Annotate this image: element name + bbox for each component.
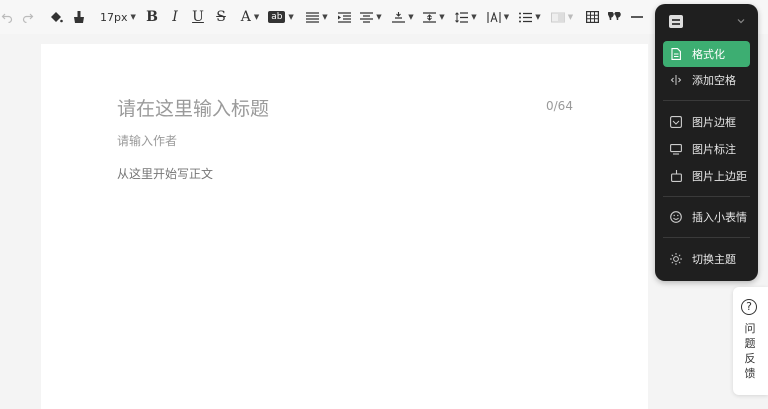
line-height-icon (455, 11, 469, 23)
theme-sun-icon (670, 253, 682, 265)
image-border-button[interactable]: 图片边框 (663, 109, 750, 135)
redo-button[interactable] (20, 0, 36, 34)
image-caption-label: 图片标注 (692, 143, 736, 156)
highlight-label: ab (268, 11, 286, 23)
italic-button[interactable]: I (167, 0, 183, 34)
format-paint-button[interactable] (47, 0, 65, 34)
undo-icon (1, 13, 13, 23)
insert-emoji-label: 插入小表情 (692, 211, 747, 224)
switch-theme-button[interactable]: 切换主题 (663, 246, 750, 272)
emoji-icon (670, 211, 682, 223)
paint-bucket-icon (51, 12, 63, 23)
bold-button[interactable]: B (144, 0, 160, 34)
add-space-label: 添加空格 (692, 74, 736, 87)
paragraph-spacing-button[interactable]: ▼ (421, 0, 447, 34)
switch-theme-label: 切换主题 (692, 253, 736, 266)
align-justify-icon (306, 11, 320, 23)
border-style-icon (550, 12, 565, 22)
insert-emoji-button[interactable]: 插入小表情 (663, 204, 750, 230)
font-color-label: A (240, 9, 251, 25)
blockquote-button[interactable] (605, 0, 623, 34)
paragraph-spacing-icon (423, 11, 437, 23)
feedback-label: 问 题 反 馈 (744, 322, 756, 380)
image-border-label: 图片边框 (692, 116, 736, 129)
feedback-button[interactable]: ? 问 题 反 馈 (733, 287, 768, 395)
redo-icon (22, 13, 34, 23)
title-char-counter: 0/64 (546, 99, 573, 113)
app-logo-icon (669, 15, 683, 28)
table-icon (585, 11, 599, 23)
underline-button[interactable]: U (190, 0, 206, 34)
panel-divider (663, 100, 750, 101)
chevron-down-icon[interactable] (735, 16, 747, 26)
format-doc-icon (670, 48, 682, 60)
image-border-icon (670, 116, 682, 128)
letter-spacing-icon (487, 11, 501, 23)
editor-card: 请在这里输入标题 0/64 请输入作者 从这里开始写正文 (41, 44, 648, 409)
caret-down-icon: ▼ (288, 13, 294, 21)
list-icon (519, 12, 533, 22)
body-editor[interactable]: 从这里开始写正文 (117, 165, 213, 182)
image-caption-icon (670, 143, 682, 155)
font-size-select[interactable]: 17px ▼ (96, 0, 140, 34)
format-label: 格式化 (692, 48, 725, 61)
caret-down-icon: ▼ (535, 13, 541, 21)
strikethrough-button[interactable]: S (213, 0, 229, 34)
panel-divider (663, 196, 750, 197)
align-center-icon (360, 11, 374, 23)
font-color-button[interactable]: A ▼ (237, 0, 263, 34)
add-space-icon (670, 74, 682, 86)
align-center-button[interactable]: ▼ (358, 0, 384, 34)
clear-format-button[interactable] (70, 0, 88, 34)
table-button[interactable] (583, 0, 601, 34)
vertical-align-icon (392, 11, 406, 23)
highlight-button[interactable]: ab ▼ (268, 0, 294, 34)
caret-down-icon: ▼ (567, 13, 574, 21)
tools-panel: 格式化 添加空格 图片边框 图片标注 图片上边距 插入小表情 切换主题 (655, 4, 758, 281)
caret-down-icon: ▼ (503, 13, 510, 21)
panel-divider (663, 237, 750, 238)
divider-button[interactable] (628, 0, 646, 34)
caret-down-icon: ▼ (408, 13, 414, 21)
brush-icon (74, 11, 84, 23)
align-justify-button[interactable]: ▼ (304, 0, 330, 34)
vertical-align-button[interactable]: ▼ (390, 0, 416, 34)
indent-icon (337, 11, 351, 23)
horizontal-rule-icon (631, 16, 643, 18)
title-input[interactable]: 请在这里输入标题 (117, 94, 269, 121)
image-caption-button[interactable]: 图片标注 (663, 136, 750, 162)
image-top-margin-label: 图片上边距 (692, 170, 747, 183)
indent-button[interactable] (335, 0, 353, 34)
image-margin-icon (670, 170, 682, 182)
caret-down-icon: ▼ (376, 13, 382, 21)
author-input[interactable]: 请输入作者 (117, 132, 177, 149)
add-space-button[interactable]: 添加空格 (663, 67, 750, 93)
quote-icon (607, 12, 621, 20)
letter-spacing-button[interactable]: ▼ (485, 0, 511, 34)
editor-toolbar: 17px ▼ B I U S A ▼ ab ▼ ▼ ▼ ▼ ▼ ▼ ▼ ▼ ▼ (0, 0, 768, 34)
caret-down-icon: ▼ (322, 13, 328, 21)
font-size-value: 17px (100, 10, 128, 24)
border-style-button[interactable]: ▼ (549, 0, 575, 34)
format-button[interactable]: 格式化 (663, 41, 750, 67)
line-height-button[interactable]: ▼ (453, 0, 479, 34)
help-circle-icon: ? (741, 299, 757, 315)
caret-down-icon: ▼ (253, 13, 260, 21)
list-button[interactable]: ▼ (517, 0, 543, 34)
caret-down-icon: ▼ (471, 13, 477, 21)
undo-button[interactable] (0, 0, 14, 34)
caret-down-icon: ▼ (130, 13, 136, 21)
image-top-margin-button[interactable]: 图片上边距 (663, 163, 750, 189)
caret-down-icon: ▼ (439, 13, 445, 21)
